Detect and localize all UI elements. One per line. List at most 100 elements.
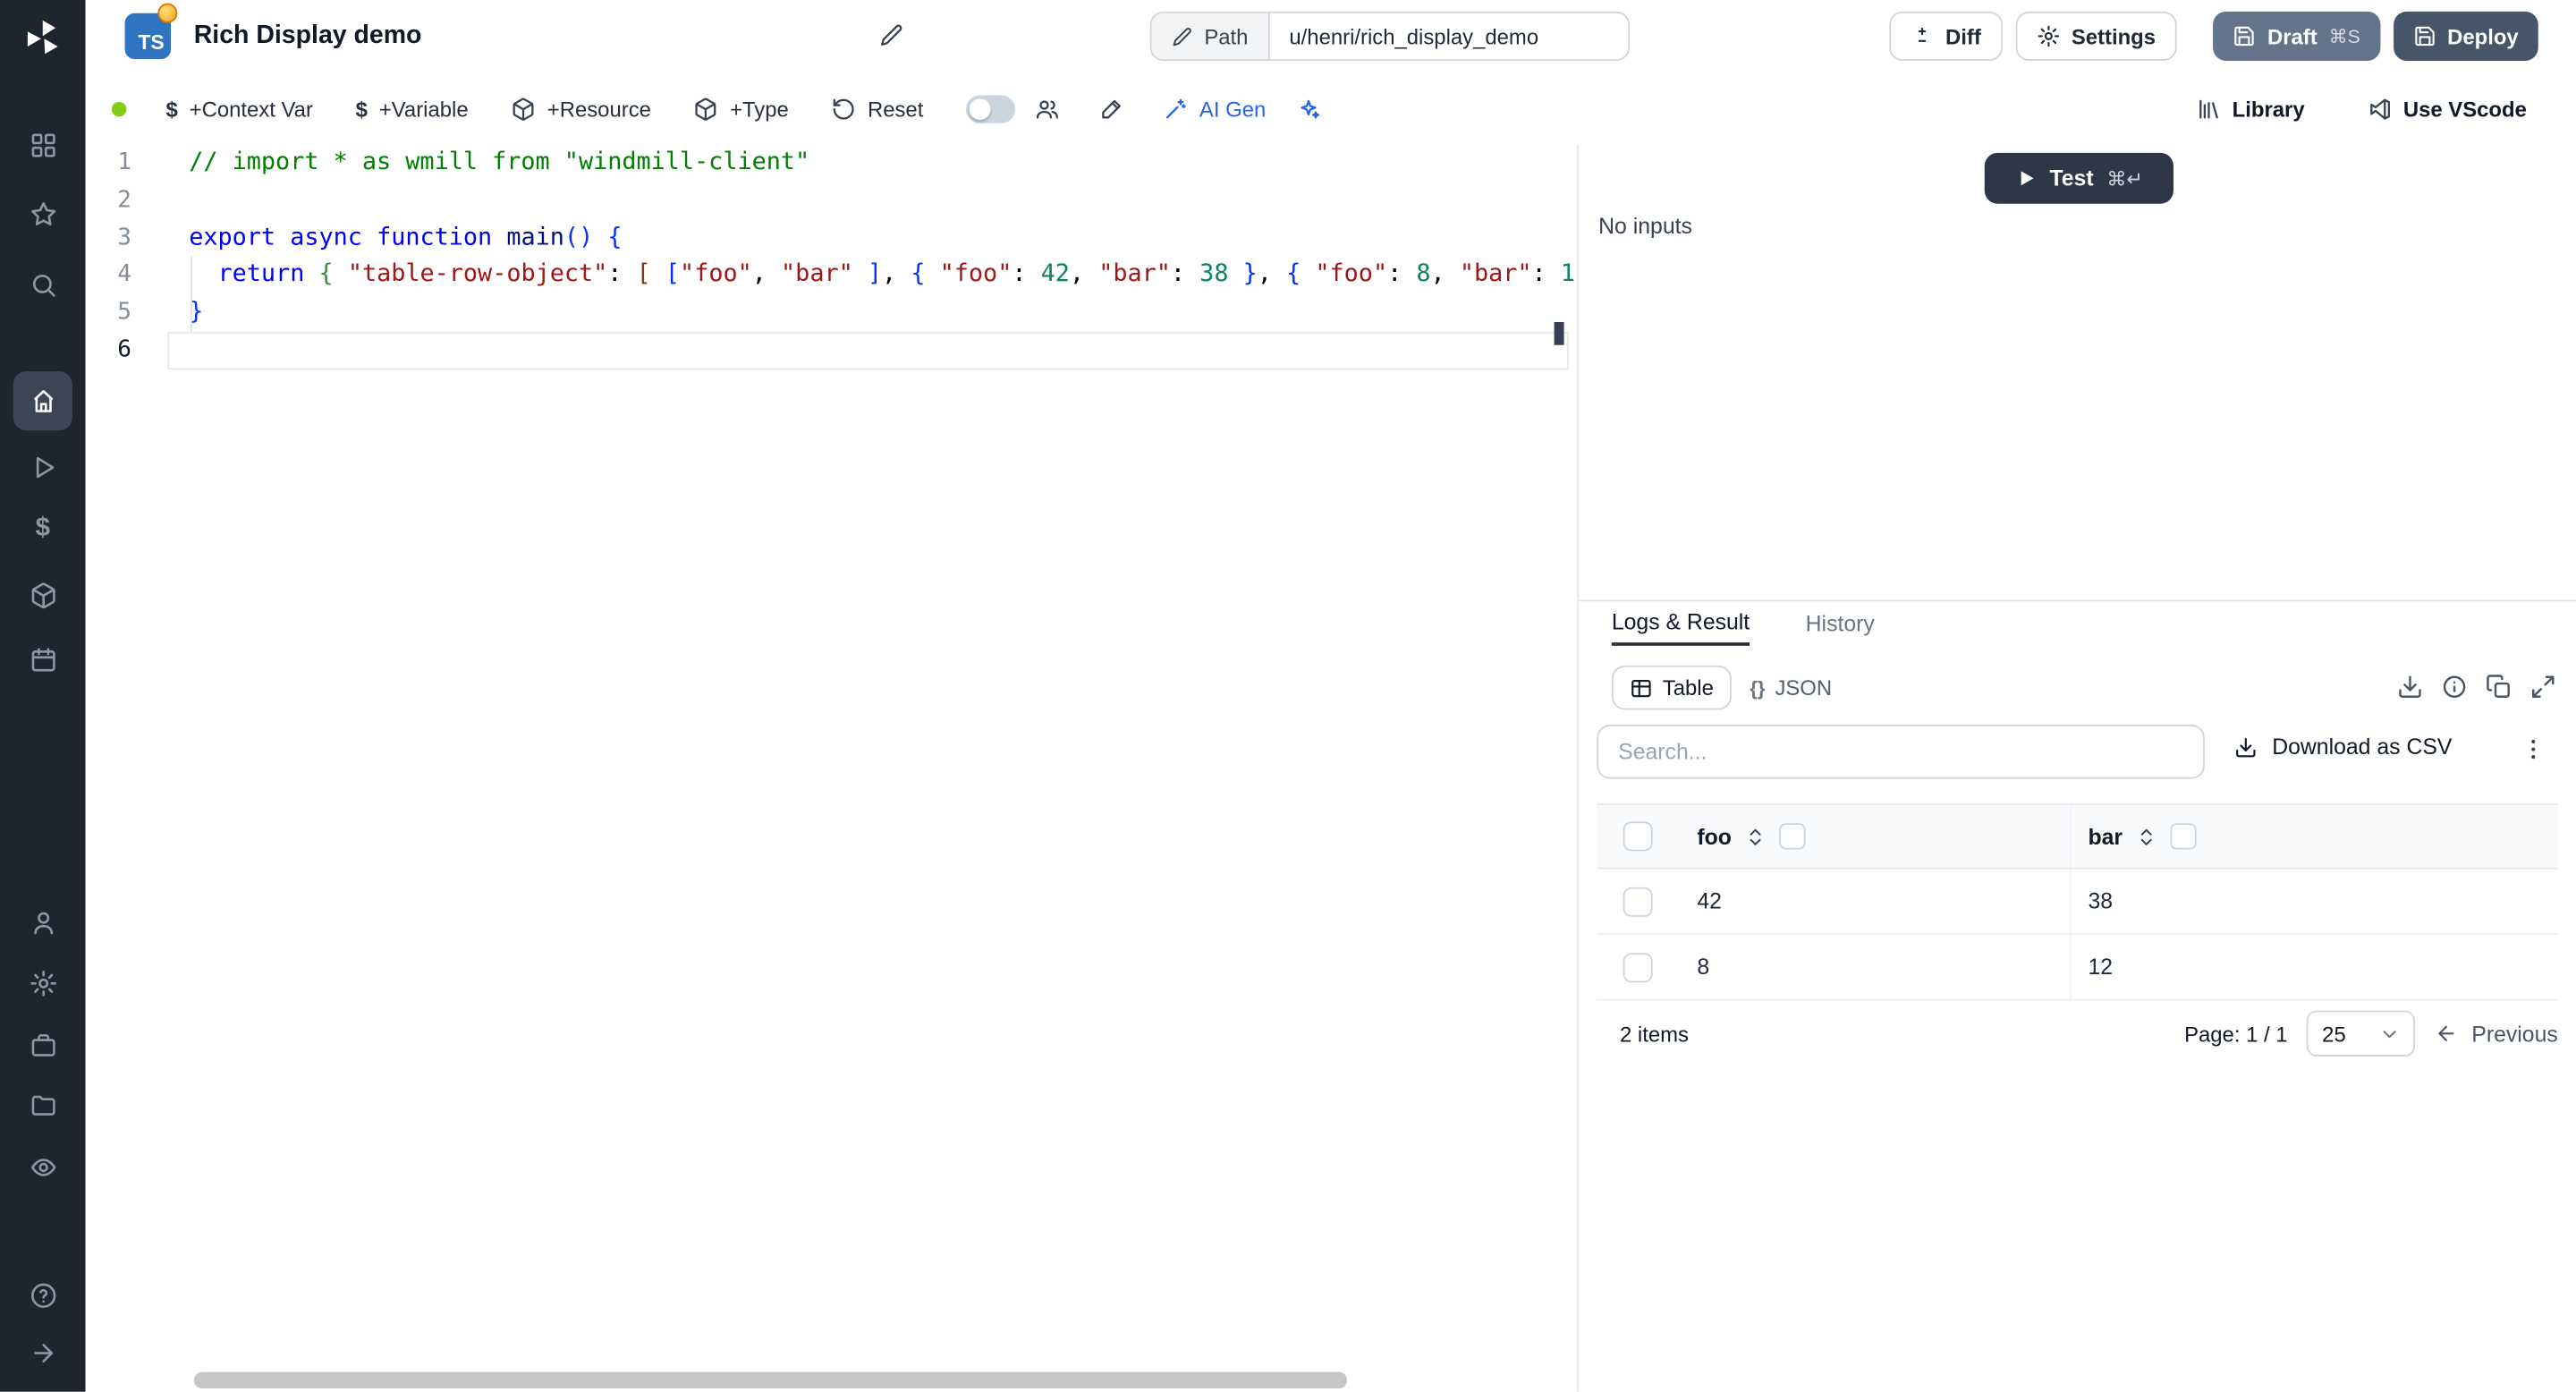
copy-icon[interactable] bbox=[2486, 674, 2512, 700]
sidebar-item-folders[interactable] bbox=[13, 1074, 72, 1133]
windmill-logo[interactable] bbox=[21, 16, 64, 59]
path-value[interactable]: u/henri/rich_display_demo bbox=[1269, 13, 1627, 59]
diff-icon bbox=[1911, 25, 1934, 48]
pencil-icon bbox=[879, 23, 904, 48]
column-filter-checkbox[interactable] bbox=[1779, 823, 1805, 849]
add-resource-button[interactable]: +Resource bbox=[511, 96, 651, 121]
table-row[interactable]: 8 12 bbox=[1597, 935, 2557, 1000]
download-csv-button[interactable]: Download as CSV bbox=[2234, 734, 2452, 760]
sidebar-item-settings[interactable] bbox=[13, 953, 72, 1012]
tab-logs-result[interactable]: Logs & Result bbox=[1612, 601, 1750, 646]
settings-label: Settings bbox=[2072, 24, 2156, 49]
page-size-select[interactable]: 25 bbox=[2308, 1011, 2416, 1057]
test-button[interactable]: Test ⌘↵ bbox=[1985, 153, 2174, 204]
dollar-icon: $ bbox=[356, 96, 368, 121]
add-variable-button[interactable]: $ +Variable bbox=[356, 96, 469, 121]
search-input[interactable] bbox=[1597, 725, 2205, 779]
table-row[interactable]: 42 38 bbox=[1597, 870, 2557, 935]
sidebar-item-runs[interactable] bbox=[13, 437, 72, 497]
column-header-foo[interactable]: foo bbox=[1697, 824, 1732, 849]
deploy-button[interactable]: Deploy bbox=[2393, 12, 2538, 61]
view-table-button[interactable]: Table bbox=[1612, 666, 1732, 710]
sort-icon[interactable] bbox=[1745, 826, 1767, 847]
code-line[interactable]: 2 bbox=[86, 182, 1578, 220]
code-editor[interactable]: 1 // import * as wmill from "windmill-cl… bbox=[86, 145, 1578, 1392]
sidebar-item-schedules[interactable] bbox=[13, 629, 72, 688]
diff-button[interactable]: Diff bbox=[1890, 12, 2003, 61]
format-icon[interactable] bbox=[1099, 96, 1124, 121]
library-icon bbox=[2196, 96, 2221, 121]
overview-ruler-cursor bbox=[1555, 322, 1564, 345]
star-icon bbox=[29, 199, 56, 227]
previous-page-button[interactable]: Previous bbox=[2436, 1022, 2558, 1047]
page-title: Rich Display demo bbox=[194, 21, 422, 51]
arrow-left-ic bbox=[2436, 1022, 2459, 1045]
row-checkbox[interactable] bbox=[1623, 952, 1653, 981]
use-vscode-label: Use VScode bbox=[2403, 96, 2527, 121]
eye-icon bbox=[29, 1152, 56, 1180]
sidebar-item-help[interactable] bbox=[13, 1265, 72, 1324]
result-section: Logs & Result History Table {} JSON bbox=[1579, 599, 2576, 1391]
info-icon[interactable] bbox=[2441, 674, 2467, 700]
select-all-checkbox[interactable] bbox=[1623, 821, 1653, 851]
code-line[interactable]: 4 return { "table-row-object": [ ["foo",… bbox=[86, 257, 1578, 294]
expand-icon[interactable] bbox=[2530, 674, 2556, 700]
line-number: 4 bbox=[86, 257, 131, 294]
cell-bar: 12 bbox=[2088, 955, 2113, 980]
result-actions bbox=[2397, 674, 2556, 700]
code-line[interactable]: 5 } bbox=[86, 294, 1578, 332]
sidebar-item-search[interactable] bbox=[13, 255, 72, 314]
edit-path-button[interactable]: Path bbox=[1152, 13, 1270, 59]
sidebar-item-resources[interactable] bbox=[13, 565, 72, 624]
add-type-button[interactable]: +Type bbox=[694, 96, 789, 121]
result-body: Table {} JSON Download as CSV bbox=[1579, 646, 2576, 1392]
add-context-var-button[interactable]: $ +Context Var bbox=[166, 96, 313, 121]
test-label: Test bbox=[2049, 166, 2093, 191]
sidebar-item-users[interactable] bbox=[13, 892, 72, 951]
sidebar-item-home[interactable] bbox=[13, 371, 72, 430]
reset-button[interactable]: Reset bbox=[832, 96, 924, 121]
no-inputs-text: No inputs bbox=[1598, 214, 1692, 239]
sort-icon[interactable] bbox=[2136, 826, 2157, 847]
sidebar-collapse[interactable] bbox=[13, 1323, 72, 1382]
use-vscode-button[interactable]: Use VScode bbox=[2367, 96, 2526, 121]
view-json-button[interactable]: {} JSON bbox=[1732, 666, 1850, 710]
result-table: foo bar 42 bbox=[1597, 803, 2557, 1066]
add-variable-label: +Variable bbox=[379, 96, 469, 121]
library-button[interactable]: Library bbox=[2196, 96, 2304, 121]
code-line[interactable]: 3 export async function main() { bbox=[86, 219, 1578, 257]
column-header-bar[interactable]: bar bbox=[2088, 824, 2123, 849]
wand-icon bbox=[1164, 96, 1189, 121]
sidebar-item-variables[interactable]: $ bbox=[13, 499, 72, 558]
page-indicator: Page: 1 / 1 bbox=[2184, 1022, 2288, 1047]
add-context-var-label: +Context Var bbox=[190, 96, 313, 121]
sidebar-item-audit[interactable] bbox=[13, 1137, 72, 1196]
ai-gen-button[interactable]: AI Gen bbox=[1164, 96, 1267, 121]
horizontal-scrollbar[interactable] bbox=[194, 1372, 1347, 1388]
code-line[interactable]: 1 // import * as wmill from "windmill-cl… bbox=[86, 145, 1578, 182]
row-checkbox[interactable] bbox=[1623, 887, 1653, 916]
run-panel: Test ⌘↵ No inputs Logs & Result History … bbox=[1577, 145, 2576, 1392]
settings-button[interactable]: Settings bbox=[2015, 12, 2177, 61]
download-icon[interactable] bbox=[2397, 674, 2423, 700]
cell-foo: 8 bbox=[1697, 955, 1709, 980]
more-menu-icon[interactable] bbox=[2521, 736, 2546, 762]
draft-button[interactable]: Draft ⌘S bbox=[2213, 12, 2379, 61]
reset-label: Reset bbox=[868, 96, 923, 121]
tab-history[interactable]: History bbox=[1806, 601, 1875, 646]
draft-label: Draft bbox=[2267, 24, 2318, 49]
gear-icon bbox=[29, 969, 56, 997]
package-icon bbox=[694, 96, 719, 121]
items-count: 2 items bbox=[1597, 1022, 1689, 1047]
edit-summary-button[interactable] bbox=[879, 23, 904, 48]
sidebar-item-workers[interactable] bbox=[13, 1015, 72, 1074]
users-icon[interactable] bbox=[1035, 96, 1060, 121]
sparkles-icon[interactable] bbox=[1295, 96, 1320, 121]
sidebar-item-apps[interactable] bbox=[13, 115, 72, 174]
code-text: export async function main() { bbox=[189, 219, 622, 257]
collab-toggle[interactable] bbox=[966, 95, 1015, 123]
column-filter-checkbox[interactable] bbox=[2170, 823, 2196, 849]
sidebar-item-favorites[interactable] bbox=[13, 184, 72, 243]
header: TS Rich Display demo Path u/henri/rich_d… bbox=[86, 0, 2576, 72]
pencil-icon bbox=[1172, 25, 1193, 47]
